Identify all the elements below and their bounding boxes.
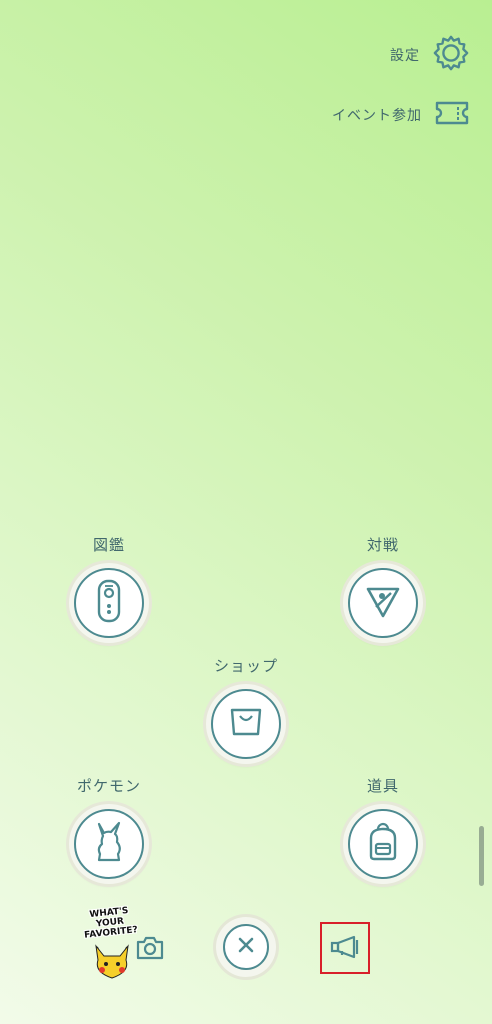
battle-menu-item[interactable]: 対戦 (338, 534, 428, 643)
close-icon (236, 935, 256, 959)
megaphone-icon (329, 933, 361, 963)
camera-button[interactable] (134, 934, 166, 962)
pokedex-icon (91, 578, 127, 628)
pikachu-silhouette-icon (91, 820, 127, 868)
battle-button[interactable] (343, 563, 423, 643)
battle-league-icon (363, 581, 403, 625)
event-label: イベント参加 (332, 108, 422, 124)
pokedex-label: 図鑑 (92, 536, 125, 554)
event-row[interactable]: イベント参加 (332, 100, 470, 130)
shop-menu-item[interactable]: ショップ (201, 655, 291, 764)
pokedex-menu-item[interactable]: 図鑑 (64, 534, 154, 643)
shop-button[interactable] (206, 684, 286, 764)
items-button[interactable] (343, 804, 423, 884)
items-menu-item[interactable]: 道具 (338, 775, 428, 884)
shopping-bag-icon (228, 706, 264, 742)
pikachu-badge-icon (95, 944, 129, 979)
close-menu-button[interactable] (216, 917, 276, 977)
settings-label: 設定 (390, 48, 420, 64)
items-label: 道具 (366, 777, 399, 795)
ticket-icon[interactable] (434, 100, 470, 130)
badge-text: WHAT'S YOUR FAVORITE? (83, 906, 139, 941)
pokemon-menu-item[interactable]: ポケモン (64, 775, 154, 884)
scrollbar[interactable] (479, 826, 484, 886)
camera-icon (134, 936, 166, 966)
backpack-icon (365, 822, 401, 866)
favorite-campaign-badge[interactable]: WHAT'S YOUR FAVORITE? (80, 906, 140, 980)
settings-row[interactable]: 設定 (390, 34, 470, 76)
gear-icon[interactable] (432, 34, 470, 76)
battle-label: 対戦 (366, 536, 399, 554)
pokedex-button[interactable] (69, 563, 149, 643)
pokemon-button[interactable] (69, 804, 149, 884)
news-button[interactable] (320, 922, 370, 974)
pokemon-label: ポケモン (76, 777, 141, 795)
shop-label: ショップ (213, 657, 278, 675)
